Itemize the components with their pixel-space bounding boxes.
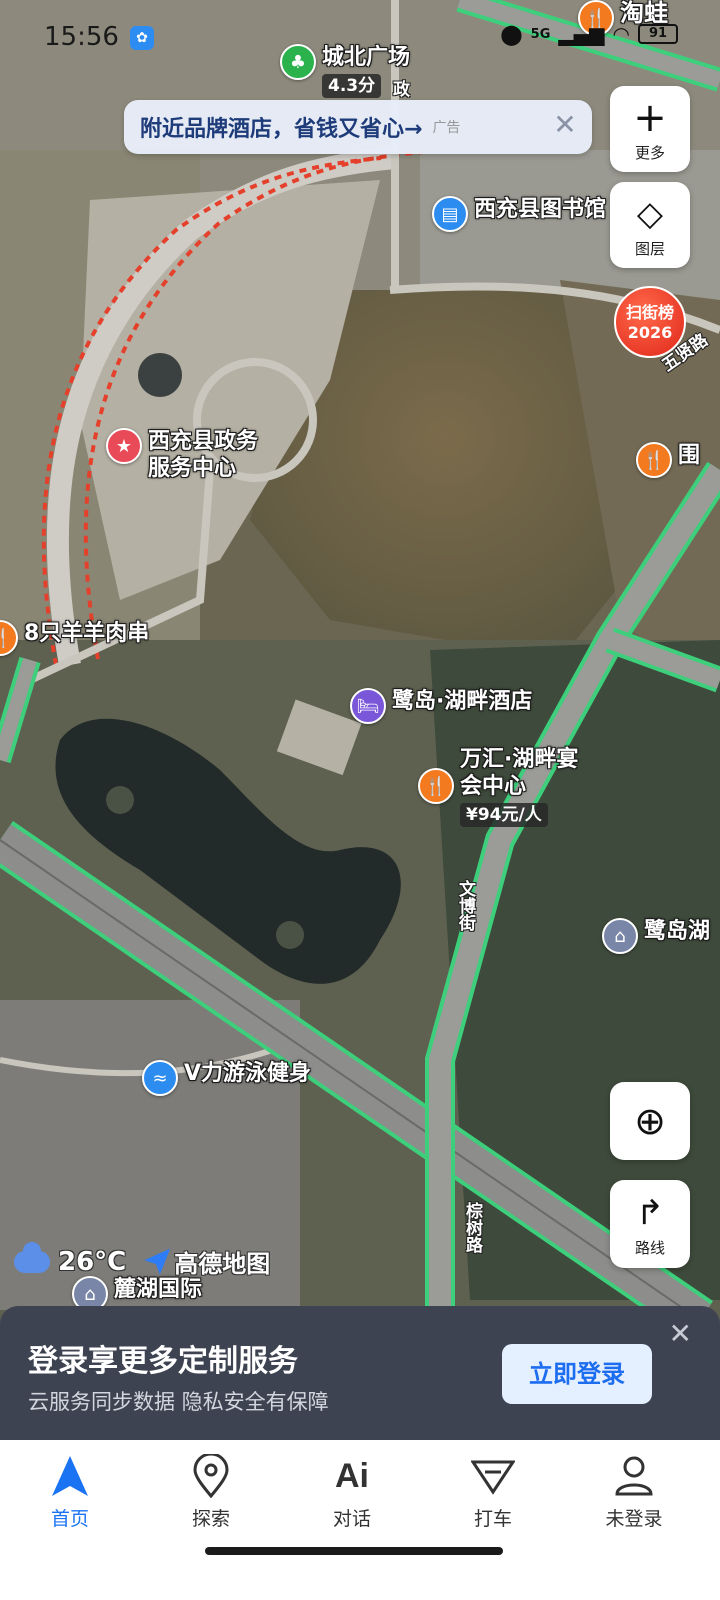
login-subtitle: 云服务同步数据 隐私安全有保障 <box>28 1390 329 1414</box>
layers-icon: ◇ <box>636 193 664 234</box>
taxi-icon <box>433 1452 553 1500</box>
tab-label: 打车 <box>473 1508 512 1530</box>
tab-home[interactable]: 首页 <box>10 1452 130 1531</box>
library-icon: ▤ <box>432 196 468 232</box>
poi-label: 鹭岛湖 <box>644 919 711 944</box>
navigate-icon <box>10 1452 130 1500</box>
poi-8-sheep-skewers[interactable]: 🍴 8只羊羊肉串 <box>0 620 149 656</box>
route-button[interactable]: ↱ 路线 <box>610 1180 690 1268</box>
tab-taxi[interactable]: 打车 <box>433 1452 553 1531</box>
brand-name: 高德地图 <box>174 1250 271 1278</box>
tab-label: 对话 <box>332 1508 371 1530</box>
poi-label-line1: 万汇·湖畔宴 <box>460 747 579 772</box>
hot-badge-line1: 扫街榜 <box>625 303 674 322</box>
more-label: 更多 <box>634 143 665 162</box>
tab-chat[interactable]: Ai 对话 <box>292 1452 412 1531</box>
tab-label: 未登录 <box>605 1508 663 1530</box>
paw-icon: ✿ <box>130 26 154 50</box>
route-arrow-icon: ↱ <box>635 1192 665 1233</box>
battery-icon: 91 <box>638 24 678 44</box>
poi-ludao-hotel[interactable]: 🛏 鹭岛·湖畔酒店 <box>350 688 532 724</box>
status-time: 15:56 <box>44 22 119 52</box>
poi-label: 8只羊羊肉串 <box>24 621 150 646</box>
network-type: 5G <box>530 26 551 42</box>
tab-profile[interactable]: 未登录 <box>574 1452 694 1531</box>
route-label: 路线 <box>634 1238 665 1257</box>
layers-label: 图层 <box>634 239 665 258</box>
poi-price: ¥94元/人 <box>460 803 548 827</box>
status-bar: 15:56 ✿ ⬤ 5G ▂▄▆ ◠ 91 <box>0 0 720 72</box>
restaurant-icon: 🍴 <box>636 442 672 478</box>
amap-logo-icon <box>144 1248 171 1275</box>
user-icon <box>574 1452 694 1500</box>
building-icon: ⌂ <box>602 918 638 954</box>
hot-list-badge[interactable]: 扫街榜 2026 <box>614 286 686 358</box>
restaurant-icon: 🍴 <box>418 768 454 804</box>
ad-text: 附近品牌酒店，省钱又省心→ <box>140 117 423 142</box>
poi-label: 西充县图书馆 <box>474 197 607 222</box>
restaurant-icon: 🍴 <box>0 620 18 656</box>
road-label-zongshu: 棕树路 <box>462 1202 482 1253</box>
weather-widget[interactable]: 26°C 高德地图 <box>14 1241 270 1279</box>
hotel-icon: 🛏 <box>350 688 386 724</box>
poi-label: V力游泳健身 <box>184 1061 312 1086</box>
swim-icon: ≈ <box>142 1060 178 1096</box>
plus-icon: + <box>633 94 667 141</box>
poi-ludao-lake[interactable]: ⌂ 鹭岛湖 <box>602 918 710 954</box>
poi-library[interactable]: ▤ 西充县图书馆 <box>432 196 606 232</box>
location-icon: ⬤ <box>500 22 523 46</box>
cloud-icon <box>14 1241 50 1273</box>
hot-badge-line2: 2026 <box>627 323 673 342</box>
home-indicator[interactable] <box>205 1547 503 1555</box>
ad-banner[interactable]: 附近品牌酒店，省钱又省心→ 广告 ✕ <box>124 100 592 154</box>
poi-label-line1: 西充县政务 <box>148 429 259 454</box>
poi-label-line2: 服务中心 <box>148 456 237 481</box>
poi-wei[interactable]: 🍴 围 <box>636 442 700 478</box>
layers-button[interactable]: ◇ 图层 <box>610 182 690 268</box>
location-pin-icon <box>151 1452 271 1500</box>
crosshair-icon: ⊕ <box>634 1099 666 1143</box>
ad-tag: 广告 <box>432 120 461 136</box>
login-prompt-card: 登录享更多定制服务 云服务同步数据 隐私安全有保障 立即登录 ✕ <box>0 1306 720 1440</box>
ai-icon: Ai <box>335 1456 369 1495</box>
more-button[interactable]: + 更多 <box>610 86 690 172</box>
tab-label: 首页 <box>50 1508 89 1530</box>
poi-v-swim-fitness[interactable]: ≈ V力游泳健身 <box>142 1060 311 1096</box>
poi-label-line2: 会中心 <box>460 774 527 799</box>
poi-label: 围 <box>678 443 701 468</box>
poi-wanhui-banquet[interactable]: 🍴 万汇·湖畔宴 会中心 ¥94元/人 <box>418 746 578 827</box>
close-icon[interactable]: ✕ <box>552 111 578 139</box>
star-icon: ★ <box>106 428 142 464</box>
temperature: 26°C <box>58 1246 127 1277</box>
poi-rating: 4.3分 <box>322 74 382 98</box>
login-now-button[interactable]: 立即登录 <box>502 1344 652 1404</box>
close-icon[interactable]: ✕ <box>669 1320 692 1348</box>
wifi-icon: ◠ <box>612 22 630 46</box>
tab-explore[interactable]: 探索 <box>151 1452 271 1531</box>
poi-label: 麓湖国际 <box>114 1277 203 1302</box>
road-label-zheng: 政 <box>389 80 409 97</box>
road-label-wenbo: 文博街 <box>455 880 475 931</box>
brand-logo: 高德地图 <box>144 1244 270 1279</box>
locate-button[interactable]: ⊕ <box>610 1082 690 1160</box>
signal-icon: ▂▄▆ <box>558 22 605 46</box>
tab-label: 探索 <box>191 1508 230 1530</box>
status-icons: ⬤ 5G ▂▄▆ ◠ 91 <box>500 22 678 46</box>
login-title: 登录享更多定制服务 <box>28 1344 298 1379</box>
bottom-tab-bar: 首页 探索 Ai 对话 打车 未登录 <box>0 1440 720 1600</box>
poi-label: 鹭岛·湖畔酒店 <box>392 689 533 714</box>
poi-gov-service-center[interactable]: ★ 西充县政务 服务中心 <box>106 428 258 482</box>
